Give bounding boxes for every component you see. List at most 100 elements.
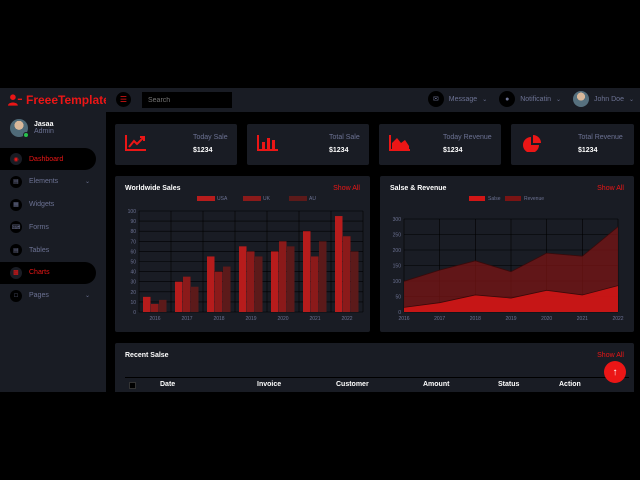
stat-value: $1234 (329, 147, 349, 154)
y-tick-label: 100 (128, 209, 137, 215)
sidebar-item-forms[interactable]: ⌨ Forms (0, 216, 96, 238)
back-to-top-button[interactable]: ↑ (604, 361, 626, 383)
column-header-status: Status (498, 381, 520, 388)
user-profile: Jasaa Admin (10, 119, 54, 138)
x-tick-label: 2021 (577, 316, 588, 322)
bar (351, 251, 359, 312)
menu-icon: ☰ (119, 95, 128, 104)
bar (183, 276, 191, 312)
message-label: Message (448, 95, 478, 103)
show-all-link[interactable]: Show All (597, 352, 624, 359)
sidebar-item-label: Forms (29, 223, 49, 231)
y-tick-label: 90 (130, 219, 136, 225)
sidebar-nav: ◉ Dashboard ▤ Elements ⌄ ▦ Widgets ⌨ For… (0, 148, 96, 308)
chevron-down-icon: ⌄ (555, 96, 561, 103)
bar (271, 251, 279, 312)
chart-icon: ▩ (10, 266, 22, 279)
area-chart-icon (389, 135, 410, 151)
x-tick-label: 2016 (149, 316, 160, 322)
arrow-up-icon: ↑ (612, 366, 618, 378)
x-tick-label: 2020 (541, 316, 552, 322)
sidebar-item-dashboard[interactable]: ◉ Dashboard (0, 148, 96, 170)
legend-swatch (197, 196, 215, 201)
column-header-customer: Customer (336, 381, 369, 388)
legend-label: USA (217, 196, 228, 202)
message-dropdown[interactable]: ✉ Message ⌄ (427, 91, 488, 107)
laptop-icon: ▤ (10, 175, 22, 188)
legend-swatch (243, 196, 261, 201)
avatar (573, 91, 589, 107)
y-tick-label: 20 (130, 290, 136, 296)
topbar-actions: ✉ Message ⌄ ● Notificatin ⌄ John Doe ⌄ (427, 91, 634, 107)
bar (303, 231, 311, 312)
legend-swatch (469, 196, 485, 201)
x-tick-label: 2016 (398, 316, 409, 322)
bar (207, 256, 215, 312)
sidebar-item-elements[interactable]: ▤ Elements ⌄ (0, 171, 96, 193)
sidebar-item-label: Widgets (29, 201, 55, 209)
x-tick-label: 2019 (245, 316, 256, 322)
brand-name: FreeeTemplate (26, 93, 110, 107)
bar (215, 271, 223, 312)
stat-label: Total Sale (329, 134, 360, 141)
chevron-down-icon: ⌄ (84, 293, 90, 300)
sidebar-item-tables[interactable]: ▤ Tables (0, 239, 96, 261)
brand-logo[interactable]: FreeeTemplate (8, 91, 110, 109)
sidebar-item-widgets[interactable]: ▦ Widgets (0, 194, 96, 216)
y-tick-label: 40 (130, 270, 136, 276)
bar (335, 216, 343, 312)
bar (191, 286, 199, 312)
bar (311, 256, 319, 312)
sidebar-item-label: Tables (29, 246, 50, 254)
bar (247, 251, 255, 312)
chevron-down-icon: ⌄ (84, 179, 90, 186)
sidebar-item-pages[interactable]: □ Pages ⌄ (0, 285, 96, 307)
table-header: Date Invoice Customer Amount Status Acti… (125, 377, 629, 392)
x-tick-label: 2021 (309, 316, 320, 322)
bar (159, 299, 167, 312)
x-tick-label: 2017 (181, 316, 192, 322)
avatar (10, 119, 29, 138)
select-all-checkbox[interactable] (129, 382, 136, 389)
profile-dropdown[interactable]: John Doe ⌄ (573, 91, 634, 107)
chevron-down-icon: ⌄ (482, 96, 488, 103)
line-chart-icon (125, 135, 146, 151)
stat-value: $1234 (578, 147, 598, 154)
y-tick-label: 50 (130, 260, 136, 266)
profile-name: John Doe (594, 95, 624, 103)
worldwide-sales-card: Worldwide Sales Show All USA UK AU 0 10 20 30 4… (115, 176, 370, 332)
y-tick-label: 100 (393, 279, 402, 285)
stat-card-total-revenue: Total Revenue $1234 (511, 124, 634, 165)
legend-swatch (289, 196, 307, 201)
x-tick-label: 2020 (277, 316, 288, 322)
topbar: ☰ ✉ Message ⌄ ● Notificatin ⌄ John Doe ⌄ (106, 88, 640, 112)
bar (319, 241, 327, 312)
x-tick-label: 2018 (213, 316, 224, 322)
y-tick-label: 30 (130, 280, 136, 286)
bar (239, 246, 247, 312)
worldwide-sales-chart: USA UK AU 0 10 20 30 40 50 60 70 80 90 100 2016 2017 201… (128, 196, 364, 322)
dashboard-window: FreeeTemplate Jasaa Admin ◉ Dashboard ▤ … (0, 88, 640, 392)
search-input[interactable] (142, 92, 232, 108)
stat-value: $1234 (193, 147, 213, 154)
envelope-icon: ✉ (427, 91, 444, 107)
stat-value: $1234 (443, 147, 463, 154)
chevron-down-icon: ⌄ (628, 96, 634, 103)
column-header-action: Action (559, 381, 581, 388)
bar (175, 281, 183, 312)
stat-label: Today Sale (193, 134, 228, 141)
notification-dropdown[interactable]: ● Notificatin ⌄ (499, 91, 561, 107)
bar (151, 303, 159, 312)
sidebar-item-label: Pages (29, 292, 49, 300)
sales-revenue-chart: Salse Revenue0501001502002503002016 2017 20… (393, 196, 624, 322)
y-tick-label: 250 (393, 233, 402, 239)
legend-label: Salse (488, 196, 501, 202)
sidebar-toggle-button[interactable]: ☰ (116, 92, 131, 107)
bar-chart-icon (257, 135, 278, 151)
stat-card-today-sale: Today Sale $1234 (115, 124, 237, 165)
x-tick-label: 2018 (470, 316, 481, 322)
y-tick-label: 0 (133, 310, 136, 316)
sidebar-item-charts[interactable]: ▩ Charts (0, 261, 96, 284)
x-tick-label: 2019 (505, 316, 516, 322)
online-status-dot (23, 132, 29, 138)
